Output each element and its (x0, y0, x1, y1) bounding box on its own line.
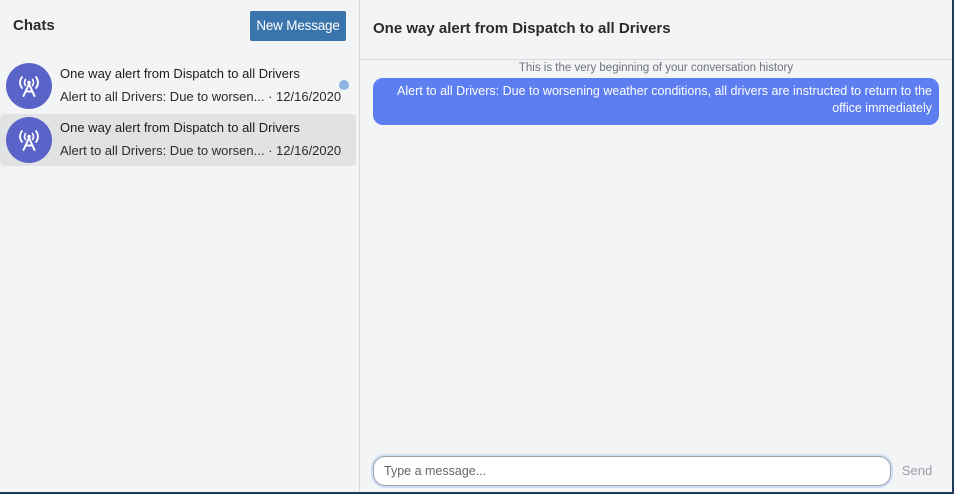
chat-title: One way alert from Dispatch to all Drive… (60, 120, 300, 135)
chat-list-item-selected[interactable]: One way alert from Dispatch to all Drive… (0, 114, 356, 166)
chat-date: 12/16/2020 (276, 89, 342, 104)
chat-title: One way alert from Dispatch to all Drive… (60, 66, 300, 81)
chat-preview: Alert to all Drivers: Due to worsen... ·… (60, 143, 342, 158)
radio-tower-icon (6, 63, 52, 109)
conversation-pane: One way alert from Dispatch to all Drive… (360, 0, 952, 492)
chat-list: One way alert from Dispatch to all Drive… (0, 60, 359, 168)
chat-preview-text: Alert to all Drivers: Due to worsen... (60, 143, 265, 158)
chat-date: 12/16/2020 (276, 143, 342, 158)
new-message-button[interactable]: New Message (250, 11, 346, 41)
chat-sidebar: Chats New Message One way alert from Dis… (0, 0, 360, 492)
sidebar-header: Chats New Message (0, 0, 359, 52)
chat-list-item[interactable]: One way alert from Dispatch to all Drive… (0, 60, 356, 112)
app-window: Chats New Message One way alert from Dis… (0, 0, 954, 494)
sidebar-title: Chats (13, 17, 55, 34)
chat-preview-text: Alert to all Drivers: Due to worsen... (60, 89, 265, 104)
unread-indicator (339, 80, 349, 90)
chat-preview: Alert to all Drivers: Due to worsen... ·… (60, 89, 342, 104)
message-bubble: Alert to all Drivers: Due to worsening w… (373, 78, 939, 125)
message-composer: Send (360, 456, 952, 486)
radio-tower-icon (6, 117, 52, 163)
conversation-title: One way alert from Dispatch to all Drive… (373, 20, 671, 37)
conversation-header: One way alert from Dispatch to all Drive… (360, 0, 952, 60)
message-input[interactable] (373, 456, 891, 486)
send-button[interactable]: Send (897, 456, 937, 486)
history-start-note: This is the very beginning of your conve… (518, 62, 794, 74)
